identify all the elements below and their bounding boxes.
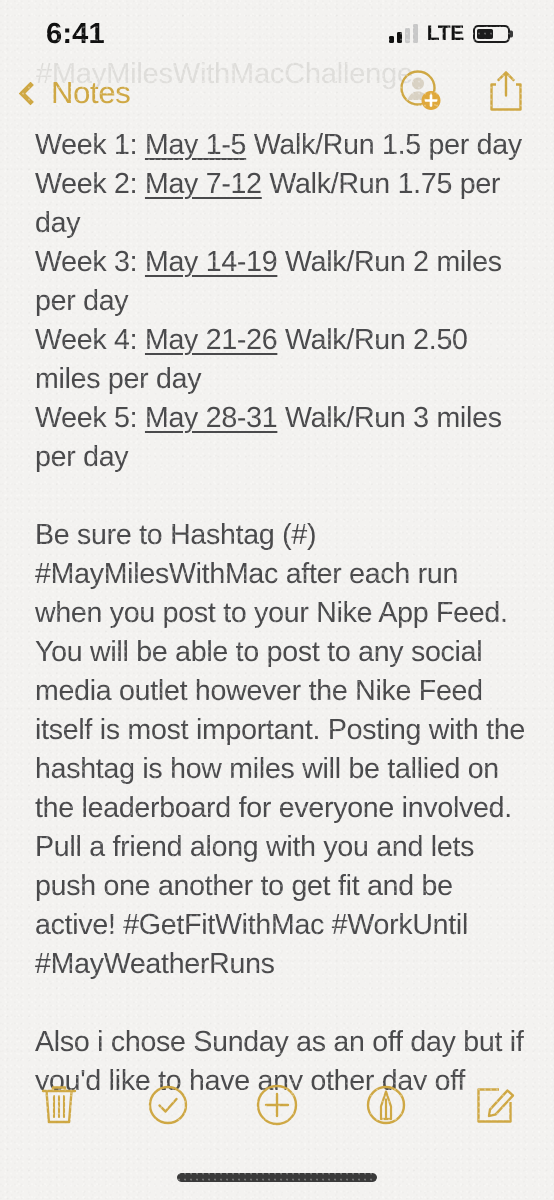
date-link[interactable]: May 14-19 (145, 246, 278, 278)
schedule-line: Week 3: May 14-19 Walk/Run 2 miles per d… (35, 243, 532, 321)
navigation-bar: Notes (0, 62, 554, 124)
plus-circle-icon (256, 1084, 298, 1126)
add-attachment-button[interactable] (246, 1074, 308, 1136)
delete-note-button[interactable] (28, 1074, 90, 1136)
note-content[interactable]: Week 1: May 1-5 Walk/Run 1.5 per day Wee… (35, 126, 532, 1090)
date-link[interactable]: May 1-5 (145, 129, 246, 161)
schedule-line: Week 5: May 28-31 Walk/Run 3 miles per d… (35, 399, 532, 477)
schedule-line-prefix: Week 4: (35, 324, 145, 356)
back-button-label: Notes (51, 75, 131, 110)
note-block-schedule: Week 1: May 1-5 Walk/Run 1.5 per day Wee… (35, 126, 532, 477)
navigation-actions (398, 68, 526, 119)
schedule-line-suffix: Walk/Run 1.5 per day (246, 129, 522, 161)
schedule-line-prefix: Week 3: (35, 246, 145, 278)
date-link[interactable]: May 21-26 (145, 324, 278, 356)
schedule-line: Week 4: May 21-26 Walk/Run 2.50 miles pe… (35, 321, 532, 399)
checkmark-circle-icon (148, 1085, 188, 1125)
chevron-left-icon (18, 80, 43, 106)
schedule-line: Week 1: May 1-5 Walk/Run 1.5 per day (35, 126, 532, 165)
carrier-tech-label: LTE (426, 22, 465, 45)
schedule-line-prefix: Week 2: (35, 168, 145, 200)
markup-button[interactable] (355, 1074, 417, 1136)
status-indicators: LTE (388, 22, 510, 46)
back-to-notes-button[interactable]: Notes (14, 75, 131, 111)
status-bar: 6:41 LTE (0, 0, 554, 62)
trash-icon (41, 1086, 77, 1124)
status-time: 6:41 (46, 17, 105, 50)
notes-app-screen: 6:41 LTE #MayMilesWithMacChallenge Notes (0, 0, 554, 1200)
checklist-button[interactable] (137, 1074, 199, 1136)
cellular-signal-icon (388, 24, 418, 43)
compose-note-button[interactable] (464, 1074, 526, 1136)
battery-icon (473, 25, 510, 43)
add-person-icon (400, 69, 441, 110)
compose-icon (477, 1088, 515, 1123)
add-person-button[interactable] (398, 68, 444, 119)
note-toolbar (0, 1068, 554, 1142)
share-button[interactable] (486, 68, 526, 119)
schedule-line: Week 2: May 7-12 Walk/Run 1.75 per day (35, 165, 532, 243)
schedule-line-prefix: Week 1: (35, 129, 145, 161)
share-icon (490, 70, 522, 111)
markup-pen-circle-icon (366, 1085, 406, 1125)
note-block-hashtag-instructions: Be sure to Hashtag (#) #MayMilesWithMac … (35, 519, 526, 980)
date-link[interactable]: May 28-31 (145, 402, 278, 434)
home-indicator[interactable] (177, 1173, 377, 1182)
date-link[interactable]: May 7-12 (145, 168, 262, 200)
schedule-line-prefix: Week 5: (35, 402, 145, 434)
